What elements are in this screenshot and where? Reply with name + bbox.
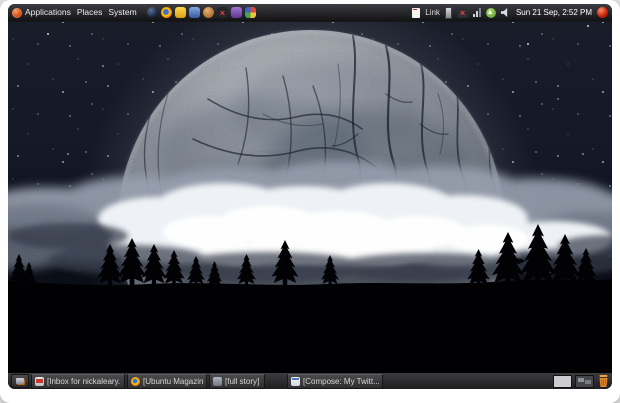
yellow-notes-icon[interactable] bbox=[174, 7, 186, 18]
places-menu-label: Places bbox=[76, 7, 103, 17]
screenshot: Applications Places System × Link × Sun … bbox=[0, 0, 620, 403]
top-panel: Applications Places System × Link × Sun … bbox=[8, 4, 612, 22]
ubuntu-logo-icon bbox=[12, 7, 22, 18]
applications-menu-label: Applications bbox=[25, 7, 71, 17]
system-tray: Link × Sun 21 Sep, 2:52 PM bbox=[412, 6, 608, 19]
taskbar: [Inbox for nickaleary... [Ubuntu Magazin… bbox=[8, 372, 612, 389]
taskbar-window-compose[interactable]: [Compose: My Twitt... bbox=[287, 373, 383, 389]
sticky-note-icon[interactable] bbox=[412, 7, 421, 18]
mail-client-icon bbox=[35, 376, 44, 386]
workspace-2[interactable] bbox=[575, 374, 594, 388]
applications-menu[interactable]: Applications bbox=[12, 4, 71, 21]
color-mosaic-icon[interactable] bbox=[244, 7, 256, 18]
taskbar-right bbox=[553, 374, 609, 388]
network-error-icon[interactable]: × bbox=[456, 7, 468, 18]
window-title: [full story] bbox=[225, 376, 260, 386]
red-close-icon[interactable]: × bbox=[216, 7, 228, 18]
system-menu-label: System bbox=[108, 7, 137, 17]
signal-strength-icon[interactable] bbox=[472, 8, 481, 17]
compose-message-icon bbox=[291, 376, 300, 386]
panel-launchers: × bbox=[146, 7, 256, 18]
wallpaper-art bbox=[8, 4, 612, 389]
firefox-icon bbox=[131, 376, 140, 386]
show-desktop-button[interactable] bbox=[11, 374, 29, 388]
taskbar-window-inbox[interactable]: [Inbox for nickaleary... bbox=[31, 373, 125, 389]
window-title: [Inbox for nickaleary... bbox=[47, 376, 121, 386]
taskbar-window-story[interactable]: [full story] bbox=[209, 373, 265, 389]
blue-chat-icon[interactable] bbox=[188, 7, 200, 18]
web-document-icon bbox=[213, 376, 222, 386]
system-menu[interactable]: System bbox=[108, 4, 136, 21]
workspace-1[interactable] bbox=[553, 374, 572, 388]
places-menu[interactable]: Places bbox=[77, 4, 103, 21]
software-update-icon[interactable] bbox=[485, 7, 496, 18]
firefox-launcher-icon[interactable] bbox=[160, 7, 172, 18]
desktop[interactable]: Applications Places System × Link × Sun … bbox=[8, 4, 612, 389]
purple-media-icon[interactable] bbox=[230, 7, 242, 18]
window-title: [Ubuntu Magazine/My... bbox=[143, 376, 203, 386]
show-desktop-icon bbox=[16, 378, 24, 384]
tray-label: Link bbox=[425, 8, 440, 17]
battery-icon[interactable] bbox=[444, 6, 452, 19]
power-button-icon[interactable] bbox=[597, 7, 608, 18]
orange-app-icon[interactable] bbox=[202, 7, 214, 18]
clock[interactable]: Sun 21 Sep, 2:52 PM bbox=[516, 8, 592, 17]
trash-icon[interactable] bbox=[597, 375, 609, 387]
taskbar-window-browser[interactable]: [Ubuntu Magazine/My... bbox=[127, 373, 207, 389]
help-globe-icon[interactable] bbox=[146, 7, 158, 18]
window-title: [Compose: My Twitt... bbox=[303, 376, 379, 386]
volume-icon[interactable] bbox=[500, 8, 508, 17]
